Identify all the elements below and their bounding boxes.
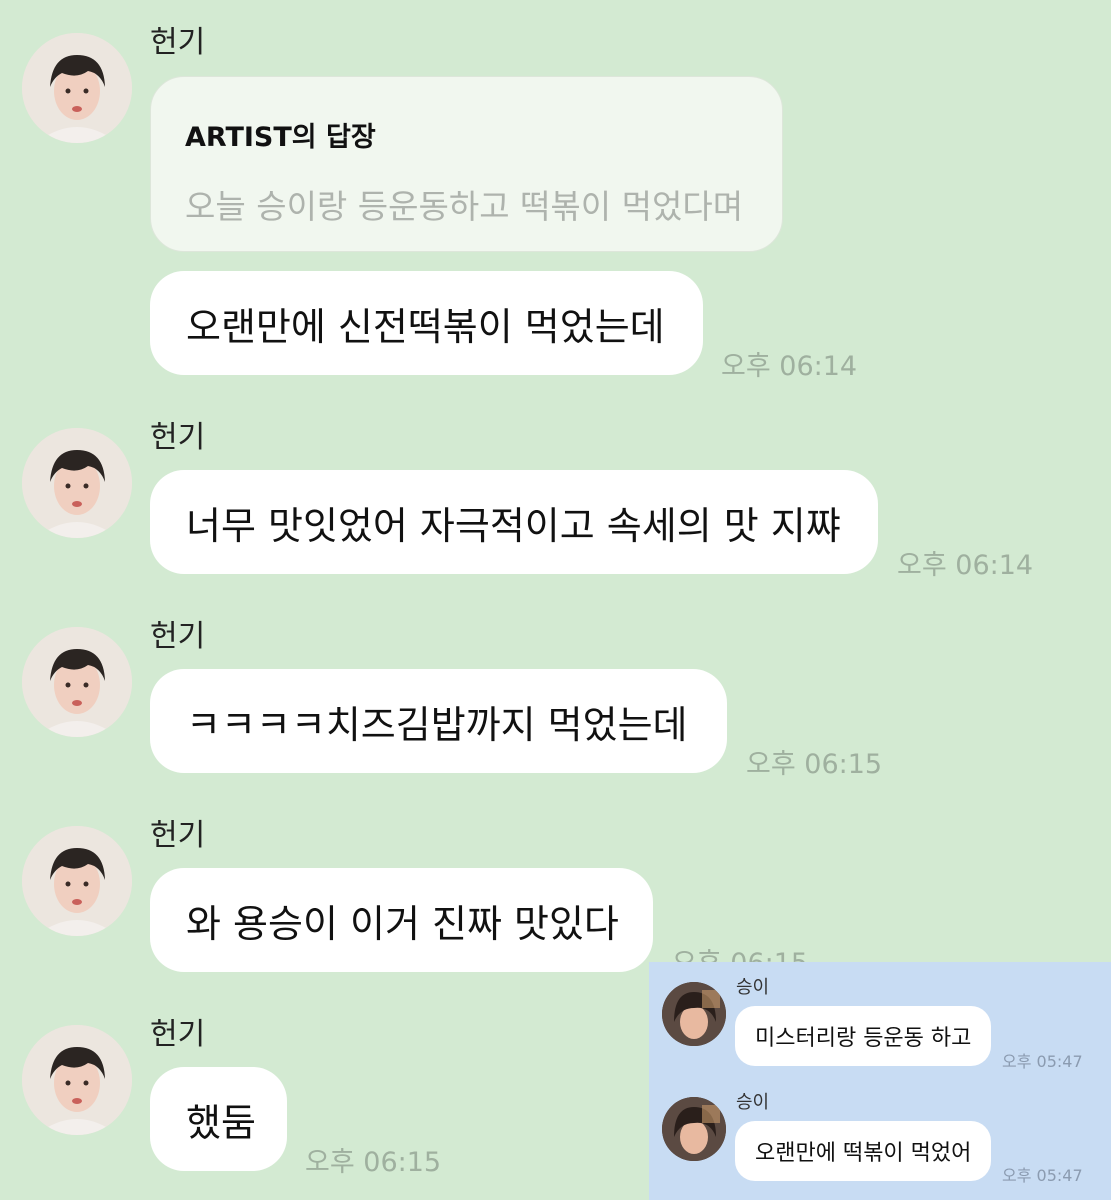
avatar-photo-icon (22, 627, 132, 737)
sender-name: 승이 (736, 977, 770, 998)
message-bubble[interactable]: ㅋㅋㅋㅋ치즈김밥까지 먹었는데 (150, 669, 727, 773)
message-bubble[interactable]: 미스터리랑 등운동 하고 (735, 1006, 991, 1066)
avatar-heongi[interactable] (22, 33, 132, 143)
avatar-heongi[interactable] (22, 428, 132, 538)
message-bubble[interactable]: 오랜만에 신전떡볶이 먹었는데 (150, 271, 703, 375)
avatar-seungi[interactable] (662, 1097, 726, 1161)
sender-name: 헌기 (150, 420, 206, 455)
sender-name: 헌기 (150, 25, 206, 60)
reply-title: ARTIST의 답장 (185, 122, 376, 153)
message-bubble[interactable]: 오랜만에 떡볶이 먹었어 (735, 1121, 991, 1181)
message-time: 오후 06:15 (746, 749, 883, 780)
message-bubble[interactable]: 와 용승이 이거 진짜 맛있다 (150, 868, 653, 972)
reply-quote: 오늘 승이랑 등운동하고 떡볶이 먹었다며 (185, 187, 744, 226)
avatar-seungi[interactable] (662, 982, 726, 1046)
message-time: 오후 05:47 (1002, 1052, 1083, 1071)
artist-reply-card[interactable]: ARTIST의 답장 오늘 승이랑 등운동하고 떡볶이 먹었다며 (150, 76, 783, 252)
message-time: 오후 05:47 (1002, 1166, 1083, 1185)
message-bubble[interactable]: 너무 맛잇었어 자극적이고 속세의 맛 지쨔 (150, 470, 878, 574)
sender-name: 헌기 (150, 619, 206, 654)
avatar-photo-icon (662, 1097, 726, 1161)
inset-chat-screenshot: 승이 미스터리랑 등운동 하고 오후 05:47 승이 오랜만에 떡볶이 먹었어… (649, 962, 1111, 1200)
avatar-heongi[interactable] (22, 627, 132, 737)
message-bubble[interactable]: 했둠 (150, 1067, 287, 1171)
sender-name: 승이 (736, 1092, 770, 1113)
avatar-photo-icon (22, 1025, 132, 1135)
sender-name: 헌기 (150, 1017, 206, 1052)
message-time: 오후 06:15 (305, 1147, 442, 1178)
avatar-photo-icon (662, 982, 726, 1046)
avatar-heongi[interactable] (22, 1025, 132, 1135)
avatar-heongi[interactable] (22, 826, 132, 936)
sender-name: 헌기 (150, 818, 206, 853)
message-time: 오후 06:14 (897, 550, 1034, 581)
message-time: 오후 06:14 (721, 351, 858, 382)
avatar-photo-icon (22, 33, 132, 143)
avatar-photo-icon (22, 428, 132, 538)
avatar-photo-icon (22, 826, 132, 936)
